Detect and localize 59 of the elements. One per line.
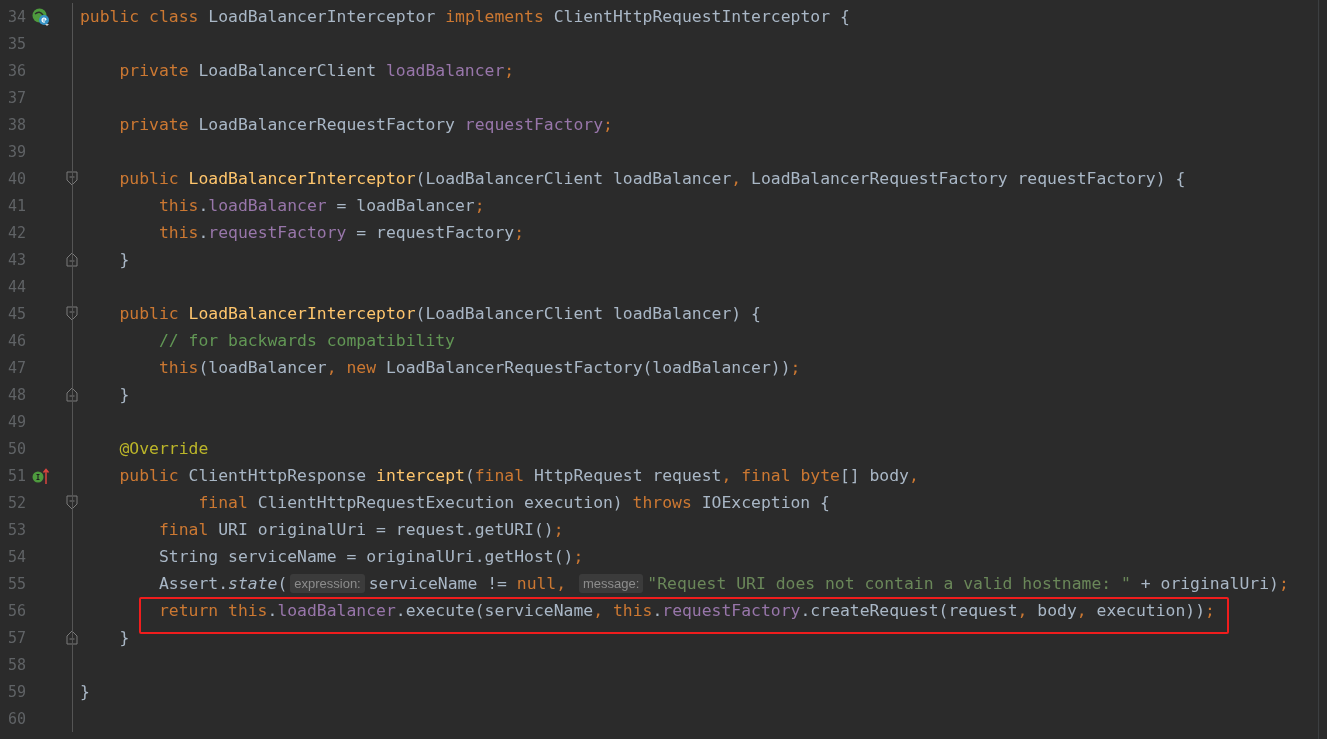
inlay-hint: expression: xyxy=(290,574,365,593)
code-text: Assert.state( xyxy=(157,574,288,593)
line-number: 36 xyxy=(6,61,26,80)
code-text: private LoadBalancerRequestFactory requestFactory; xyxy=(118,115,613,134)
code-text: final URI originalUri = request.getURI(); xyxy=(157,520,564,539)
line-number: 38 xyxy=(6,115,26,134)
line-number: 59 xyxy=(6,682,26,701)
fold-marker-icon[interactable] xyxy=(66,252,78,267)
line-number: 55 xyxy=(6,574,26,593)
line-number: 58 xyxy=(6,655,26,674)
code-text: this(loadBalancer, new LoadBalancerRequestFactory(loadBalancer)); xyxy=(157,358,801,377)
code-text: serviceName != null, xyxy=(368,574,568,593)
line-number: 56 xyxy=(6,601,26,620)
code-text: "Request URI does not contain a valid hostname: " + originalUri); xyxy=(647,574,1289,593)
line-number: 51 xyxy=(6,466,26,485)
line-number: 40 xyxy=(6,169,26,188)
line-number: 54 xyxy=(6,547,26,566)
fold-marker-icon[interactable] xyxy=(66,630,78,645)
code-text: public LoadBalancerInterceptor(LoadBalancerClient loadBalancer, LoadBalancerRequestFactory requestFactory) { xyxy=(118,169,1186,188)
code-text: return this.loadBalancer.execute(serviceName, this.requestFactory.createRequest(request, body, execution)); xyxy=(157,601,1215,620)
fold-marker-icon[interactable] xyxy=(66,171,78,186)
line-number: 53 xyxy=(6,520,26,539)
line-number: 49 xyxy=(6,412,26,431)
code-text: public class LoadBalancerInterceptor implements ClientHttpRequestInterceptor { xyxy=(80,7,850,26)
line-number: 37 xyxy=(6,88,26,107)
code-text: this.loadBalancer = loadBalancer; xyxy=(157,196,485,215)
line-number: 34 xyxy=(6,7,26,26)
code-text: String serviceName = originalUri.getHost(); xyxy=(157,547,584,566)
fold-marker-icon[interactable] xyxy=(66,495,78,510)
line-number: 60 xyxy=(6,709,26,728)
line-number: 52 xyxy=(6,493,26,512)
line-number: 50 xyxy=(6,439,26,458)
line-number: 44 xyxy=(6,277,26,296)
code-text: } xyxy=(118,628,130,647)
line-number: 41 xyxy=(6,196,26,215)
code-text: this.requestFactory = requestFactory; xyxy=(157,223,525,242)
code-text: @Override xyxy=(118,439,209,458)
code-text: // for backwards compatibility xyxy=(157,331,455,350)
class-icon[interactable] xyxy=(32,7,50,26)
line-number: 46 xyxy=(6,331,26,350)
inlay-hint: message: xyxy=(579,574,644,593)
line-number: 39 xyxy=(6,142,26,161)
line-number: 57 xyxy=(6,628,26,647)
code-text: final ClientHttpRequestExecution execution) throws IOException { xyxy=(197,493,830,512)
code-text: public LoadBalancerInterceptor(LoadBalancerClient loadBalancer) { xyxy=(118,304,761,323)
code-text: } xyxy=(118,385,130,404)
line-number: 47 xyxy=(6,358,26,377)
line-number: 42 xyxy=(6,223,26,242)
implements-icon[interactable] xyxy=(32,466,50,485)
code-text: } xyxy=(118,250,130,269)
line-number: 45 xyxy=(6,304,26,323)
line-number: 35 xyxy=(6,34,26,53)
code-text: } xyxy=(80,682,90,701)
code-text: public ClientHttpResponse intercept(final HttpRequest request, final byte[] body, xyxy=(118,466,919,485)
fold-marker-icon[interactable] xyxy=(66,306,78,321)
code-text: private LoadBalancerClient loadBalancer; xyxy=(118,61,515,80)
line-number: 43 xyxy=(6,250,26,269)
line-number: 48 xyxy=(6,385,26,404)
fold-marker-icon[interactable] xyxy=(66,387,78,402)
